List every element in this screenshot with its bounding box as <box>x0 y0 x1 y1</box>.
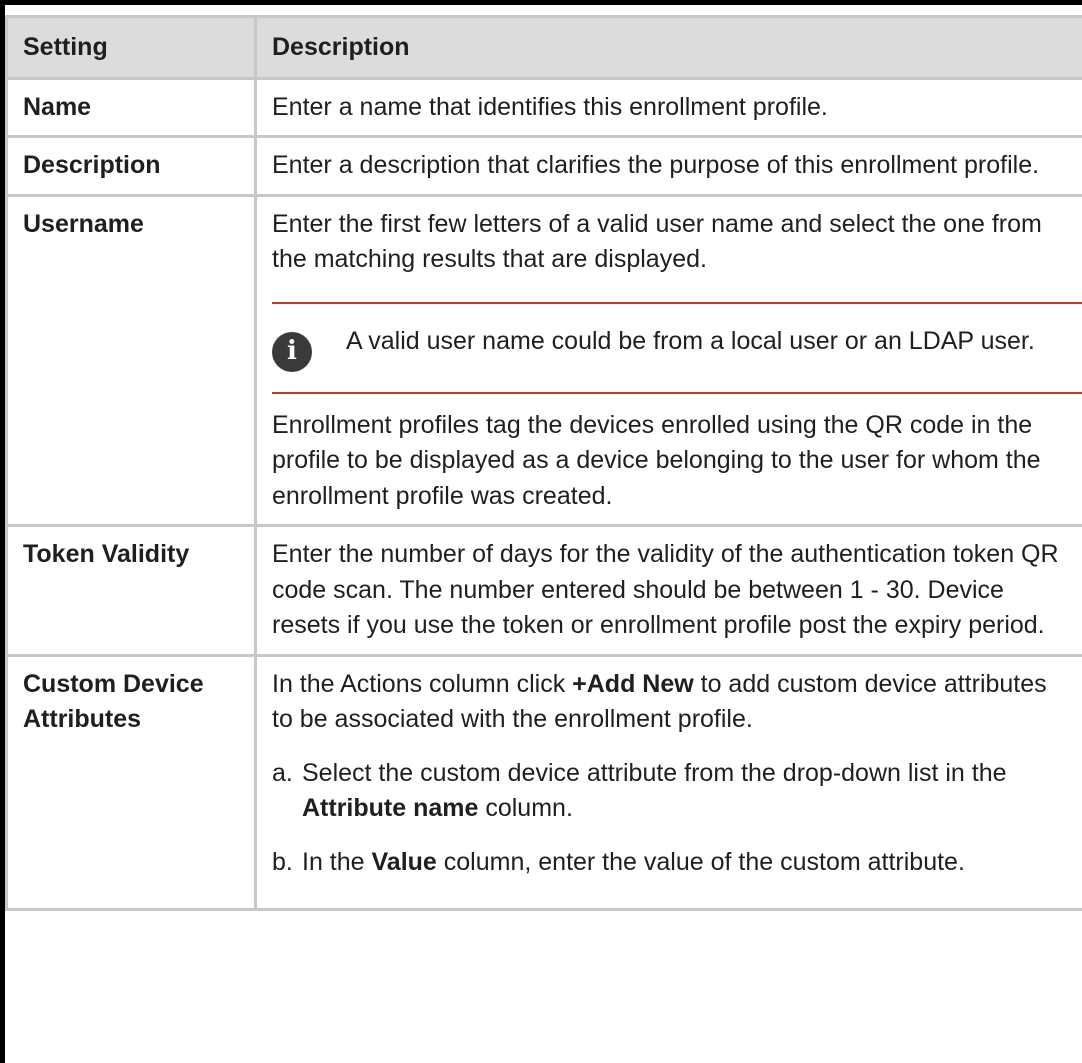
step-text: In the Value column, enter the value of … <box>302 847 965 876</box>
setting-token-validity-description: Enter the number of days for the validit… <box>254 524 1082 657</box>
custom-attributes-steps: a. Select the custom device attribute fr… <box>272 756 1068 881</box>
settings-table: Setting Description Name Enter a name th… <box>5 15 1082 911</box>
table-row: Username Enter the first few letters of … <box>5 193 1082 527</box>
add-new-label: +Add New <box>572 669 694 698</box>
table-header-row: Setting Description <box>5 15 1082 80</box>
setting-token-validity: Token Validity <box>5 524 257 657</box>
table-row: Token Validity Enter the number of days … <box>5 524 1082 657</box>
column-header-setting: Setting <box>5 15 257 80</box>
list-item: b. In the Value column, enter the value … <box>272 845 1068 881</box>
table-row: Name Enter a name that identifies this e… <box>5 76 1082 138</box>
table-row: Custom Device Attributes In the Actions … <box>5 653 1082 911</box>
setting-username: Username <box>5 193 257 527</box>
custom-attributes-intro: In the Actions column click +Add New to … <box>272 669 1047 734</box>
setting-name-description: Enter a name that identifies this enroll… <box>254 76 1082 138</box>
info-icon: i <box>272 331 312 372</box>
table-row: Description Enter a description that cla… <box>5 135 1082 197</box>
username-description-text: Enter the first few letters of a valid u… <box>272 209 1042 274</box>
column-header-description: Description <box>254 15 1082 80</box>
setting-custom-device-attributes: Custom Device Attributes <box>5 653 257 911</box>
setting-description-description: Enter a description that clarifies the p… <box>254 135 1082 197</box>
step-marker: a. <box>272 758 293 787</box>
setting-description: Description <box>5 135 257 197</box>
step-text: Select the custom device attribute from … <box>302 758 1007 823</box>
setting-name: Name <box>5 76 257 138</box>
setting-username-description: Enter the first few letters of a valid u… <box>254 193 1082 527</box>
list-item: a. Select the custom device attribute fr… <box>272 756 1068 827</box>
username-after-note-text: Enrollment profiles tag the devices enro… <box>272 410 1041 510</box>
setting-custom-device-attributes-description: In the Actions column click +Add New to … <box>254 653 1082 911</box>
step-marker: b. <box>272 847 293 876</box>
info-note: i A valid user name could be from a loca… <box>272 301 1082 394</box>
info-note-text: A valid user name could be from a local … <box>346 326 1035 355</box>
